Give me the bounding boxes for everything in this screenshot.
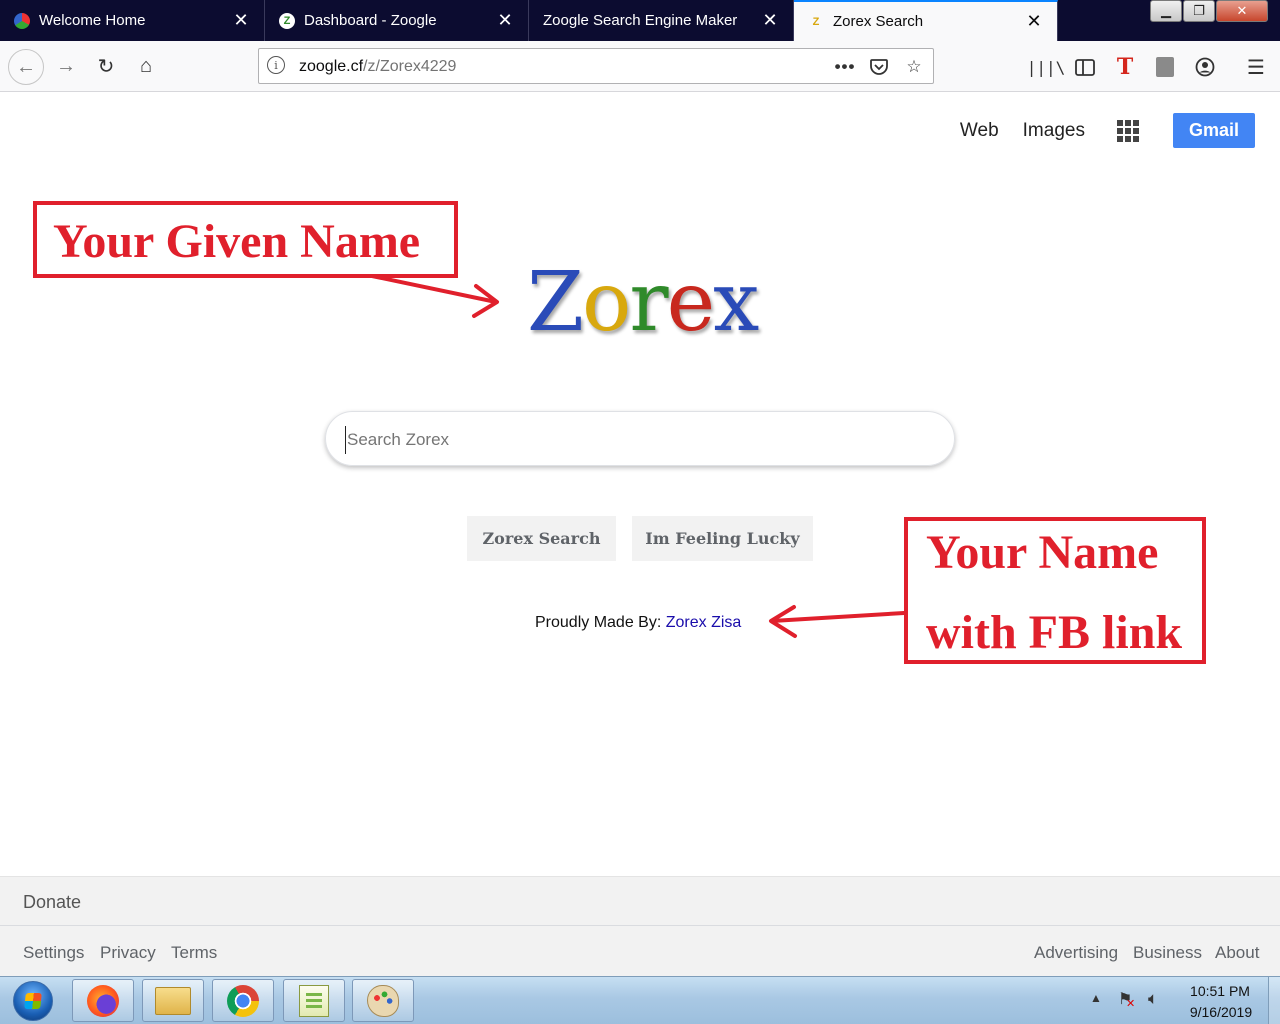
speaker-volume-icon[interactable]: 🔈︎ xyxy=(1148,989,1158,1009)
account-icon[interactable] xyxy=(1192,54,1218,80)
footer-terms-link[interactable]: Terms xyxy=(171,943,217,963)
logo-letter: r xyxy=(629,255,668,350)
top-nav: Web Images Gmail xyxy=(960,113,1255,148)
arrow-head-credit xyxy=(769,605,797,638)
site-info-icon[interactable]: i xyxy=(267,56,285,74)
annotation-text: Your Given Name xyxy=(53,215,421,268)
footer-country-bar: Donate xyxy=(0,877,1280,926)
close-window-button[interactable]: ✕ xyxy=(1216,0,1268,22)
credit-line: Proudly Made By: Zorex Zisa xyxy=(535,614,741,632)
footer-about-link[interactable]: About xyxy=(1215,943,1259,963)
web-link[interactable]: Web xyxy=(960,120,999,142)
welcome-home-favicon-icon xyxy=(14,12,30,29)
taskbar-notepad-plus-plus[interactable] xyxy=(283,979,345,1022)
start-button[interactable] xyxy=(5,979,61,1023)
footer-advertising-link[interactable]: Advertising xyxy=(1034,943,1118,963)
annotation-fb-link: Your Name with FB link xyxy=(904,517,1206,664)
navigation-toolbar: ← → ↻ ⌂ i zoogle.cf/z/Zorex4229 ••• ☆ ||… xyxy=(0,41,1280,92)
logo-letter: o xyxy=(581,255,631,350)
firefox-icon xyxy=(87,984,119,1017)
tab-zorex-search[interactable]: Z Zorex Search ✕ xyxy=(794,0,1058,41)
tab-label: Welcome Home xyxy=(39,12,146,29)
minimize-window-button[interactable]: ▁ xyxy=(1150,0,1182,22)
annotation-arrows xyxy=(370,274,906,638)
annotation-text: Your Name xyxy=(926,526,1159,579)
url-text[interactable]: zoogle.cf/z/Zorex4229 xyxy=(299,58,456,76)
images-link[interactable]: Images xyxy=(1023,120,1085,142)
taskbar-paint[interactable] xyxy=(352,979,414,1022)
tab-label: Zorex Search xyxy=(833,13,924,30)
tab-zoogle-search-engine-maker[interactable]: Zoogle Search Engine Maker ✕ xyxy=(529,0,794,41)
logo-letter: x xyxy=(713,255,759,350)
text-extension-icon[interactable]: T xyxy=(1112,54,1138,80)
file-explorer-icon xyxy=(155,986,191,1015)
close-tab-icon[interactable]: ✕ xyxy=(759,10,781,32)
home-icon[interactable]: ⌂ xyxy=(130,50,162,82)
url-path: /z/Zorex4229 xyxy=(363,58,457,75)
close-tab-icon[interactable]: ✕ xyxy=(1023,11,1045,33)
feeling-lucky-button[interactable]: Im Feeling Lucky xyxy=(632,516,813,561)
url-host: zoogle.cf xyxy=(299,58,364,75)
zorex-logo: Zorex xyxy=(527,262,759,344)
chrome-icon xyxy=(227,984,259,1017)
show-hidden-icons-icon[interactable]: ▲ xyxy=(1090,991,1102,1005)
footer-settings-link[interactable]: Settings xyxy=(23,943,84,963)
page-actions-icon[interactable]: ••• xyxy=(833,55,857,79)
library-icon[interactable]: |||\ xyxy=(1027,54,1066,80)
credit-prefix: Proudly Made By: xyxy=(535,614,662,631)
zorex-favicon-icon: Z xyxy=(812,15,820,28)
taskbar-file-explorer[interactable] xyxy=(142,979,204,1022)
taskbar-firefox[interactable] xyxy=(72,979,134,1022)
arrow-to-credit xyxy=(770,611,906,623)
close-tab-icon[interactable]: ✕ xyxy=(230,10,252,32)
footer-business-link[interactable]: Business xyxy=(1133,943,1202,963)
windows-logo-icon xyxy=(24,993,42,1009)
tab-label: Dashboard - Zoogle xyxy=(304,12,437,29)
hamburger-menu-icon[interactable]: ☰ xyxy=(1243,54,1269,80)
show-desktop-button[interactable] xyxy=(1268,977,1280,1024)
address-bar[interactable]: i zoogle.cf/z/Zorex4229 ••• ☆ xyxy=(258,48,934,84)
reload-icon[interactable]: ↻ xyxy=(90,50,122,82)
logo-letter: e xyxy=(666,255,716,350)
tab-dashboard-zoogle[interactable]: Z Dashboard - Zoogle ✕ xyxy=(265,0,529,41)
credit-author-link[interactable]: Zorex Zisa xyxy=(666,614,742,631)
close-tab-icon[interactable]: ✕ xyxy=(494,10,516,32)
footer-privacy-link[interactable]: Privacy xyxy=(100,943,156,963)
apps-grid-icon[interactable] xyxy=(1116,119,1139,142)
extension-icon[interactable] xyxy=(1152,54,1178,80)
bookmark-star-icon[interactable]: ☆ xyxy=(902,55,926,79)
restore-window-button[interactable]: ❐ xyxy=(1183,0,1215,22)
forward-arrow-icon[interactable]: → xyxy=(50,50,82,82)
tab-strip: Welcome Home ✕ Z Dashboard - Zoogle ✕ Zo… xyxy=(0,0,1280,41)
search-box[interactable] xyxy=(325,411,955,466)
gmail-button[interactable]: Gmail xyxy=(1172,113,1255,148)
windows-taskbar: ▲ ⚑ ✕ 🔈︎ 10:51 PM 9/16/2019 xyxy=(0,976,1280,1024)
tab-label: Zoogle Search Engine Maker xyxy=(543,12,738,29)
notepad-icon xyxy=(299,984,329,1017)
clock-date[interactable]: 9/16/2019 xyxy=(1183,1004,1259,1020)
taskbar-chrome[interactable] xyxy=(212,979,274,1022)
search-input[interactable] xyxy=(345,426,939,454)
action-center-flag-icon[interactable]: ⚑ ✕ xyxy=(1118,989,1135,1010)
zorex-search-button[interactable]: Zorex Search xyxy=(467,516,616,561)
annotation-text: with FB link xyxy=(926,606,1183,659)
sidebar-icon[interactable] xyxy=(1072,54,1098,80)
annotation-given-name: Your Given Name xyxy=(33,201,458,278)
donate-link[interactable]: Donate xyxy=(23,892,81,913)
zoogle-favicon-icon: Z xyxy=(279,12,295,29)
pocket-icon[interactable] xyxy=(867,55,891,79)
clock-time[interactable]: 10:51 PM xyxy=(1190,983,1250,999)
back-arrow-icon[interactable]: ← xyxy=(8,49,44,85)
arrow-head-logo xyxy=(472,284,499,318)
logo-letter: Z xyxy=(527,255,584,350)
tab-welcome-home[interactable]: Welcome Home ✕ xyxy=(0,0,265,41)
page-footer: Donate Settings Privacy Terms Advertisin… xyxy=(0,876,1280,976)
arrow-to-logo xyxy=(370,274,498,304)
paint-icon xyxy=(367,984,399,1017)
